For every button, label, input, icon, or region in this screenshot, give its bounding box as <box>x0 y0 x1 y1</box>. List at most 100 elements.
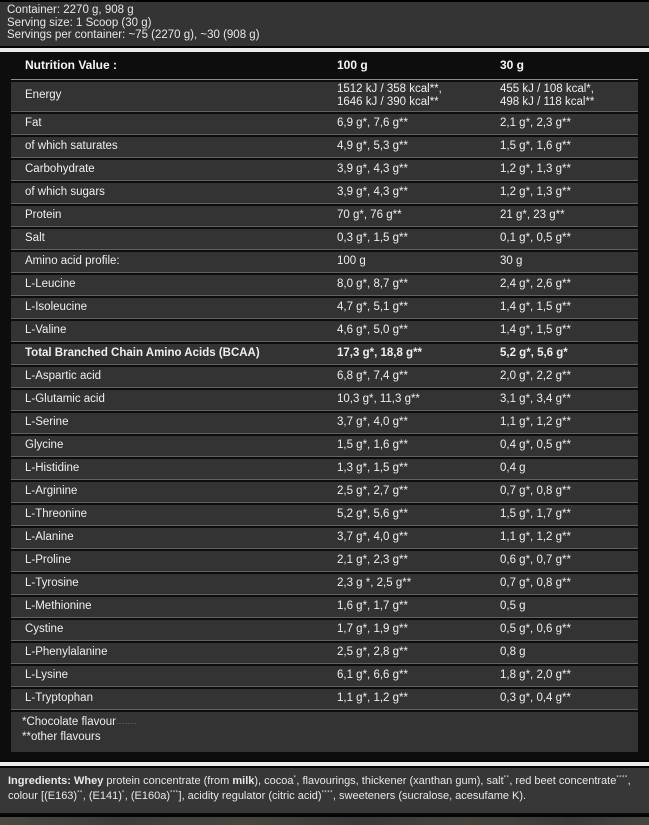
table-row: Fat6,9 g*, 7,6 g**2,1 g*, 2,3 g** <box>11 114 638 135</box>
table-body: Energy1512 kJ / 358 kcal**, 1646 kJ / 39… <box>11 80 638 710</box>
value-100g: 2,5 g*, 2,8 g** <box>337 646 500 660</box>
table-row: L-Lysine6,1 g*, 6,6 g**1,8 g*, 2,0 g** <box>11 666 638 687</box>
ingredient-segment: Ingredients: <box>8 775 74 787</box>
ingredient-segment: , (E160a) <box>125 790 170 802</box>
ingredients-text: Ingredients: Whey protein concentrate (f… <box>8 775 631 802</box>
table-row: L-Phenylalanine2,5 g*, 2,8 g**0,8 g <box>11 643 638 664</box>
value-100g: 1,5 g*, 1,6 g** <box>337 439 500 453</box>
value-100g: 6,8 g*, 7,4 g** <box>337 370 500 384</box>
table-row: L-Serine3,7 g*, 4,0 g**1,1 g*, 1,2 g** <box>11 413 638 434</box>
row-label: L-Aspartic acid <box>11 370 337 384</box>
table-row: of which saturates4,9 g*, 5,3 g**1,5 g*,… <box>11 137 638 158</box>
ingredient-footnote-mark: *** <box>170 790 179 796</box>
table-row: Glycine1,5 g*, 1,6 g**0,4 g*, 0,5 g** <box>11 436 638 457</box>
value-30g: 1,4 g*, 1,5 g** <box>500 324 638 338</box>
value-30g: 3,1 g*, 3,4 g** <box>500 393 638 407</box>
value-30g: 1,5 g*, 1,6 g** <box>500 140 638 154</box>
row-label: L-Isoleucine <box>11 301 337 315</box>
footnote-other-flavours: **other flavours <box>22 731 638 744</box>
value-100g: 17,3 g*, 18,8 g** <box>337 347 500 361</box>
value-30g: 21 g*, 23 g** <box>500 209 638 223</box>
value-30g: 30 g <box>500 255 638 269</box>
ingredient-segment: , flavourings, thickener (xanthan gum), … <box>296 775 503 787</box>
value-100g: 3,7 g*, 4,0 g** <box>337 416 500 430</box>
ingredient-segment: protein concentrate (from <box>103 775 232 787</box>
table-row: Amino acid profile:100 g30 g <box>11 252 638 273</box>
table-row: L-Aspartic acid6,8 g*, 7,4 g**2,0 g*, 2,… <box>11 367 638 388</box>
row-label: L-Threonine <box>11 508 337 522</box>
ingredient-footnote-mark: **** <box>322 790 333 796</box>
row-label: L-Glutamic acid <box>11 393 337 407</box>
photo-edge-strip <box>0 817 649 825</box>
row-label: L-Leucine <box>11 278 337 292</box>
table-row: L-Tryptophan1,1 g*, 1,2 g**0,3 g*, 0,4 g… <box>11 689 638 710</box>
nutrition-table: Nutrition Value : 100 g 30 g Energy1512 … <box>0 52 649 760</box>
table-row: Energy1512 kJ / 358 kcal**, 1646 kJ / 39… <box>11 82 638 112</box>
value-100g: 4,6 g*, 5,0 g** <box>337 324 500 338</box>
row-label: L-Valine <box>11 324 337 338</box>
value-100g: 8,0 g*, 8,7 g** <box>337 278 500 292</box>
row-label: Energy <box>11 89 337 103</box>
value-100g: 1512 kJ / 358 kcal**, 1646 kJ / 390 kcal… <box>337 83 500 110</box>
row-label: Fat <box>11 117 337 131</box>
ingredient-segment: Whey <box>74 775 103 787</box>
row-label: L-Alanine <box>11 531 337 545</box>
table-row: L-Proline2,1 g*, 2,3 g**0,6 g*, 0,7 g** <box>11 551 638 572</box>
ingredient-segment: , red beet concentrate <box>509 775 616 787</box>
row-label: L-Lysine <box>11 669 337 683</box>
table-row: L-Arginine2,5 g*, 2,7 g**0,7 g*, 0,8 g** <box>11 482 638 503</box>
value-30g: 0,4 g <box>500 462 638 476</box>
value-100g: 6,9 g*, 7,6 g** <box>337 117 500 131</box>
row-label: L-Phenylalanine <box>11 646 337 660</box>
table-row: of which sugars3,9 g*, 4,3 g**1,2 g*, 1,… <box>11 183 638 204</box>
row-label: L-Tyrosine <box>11 577 337 591</box>
value-100g: 70 g*, 76 g** <box>337 209 500 223</box>
table-row: Protein70 g*, 76 g**21 g*, 23 g** <box>11 206 638 227</box>
table-row: L-Alanine3,7 g*, 4,0 g**1,1 g*, 1,2 g** <box>11 528 638 549</box>
table-row: Salt0,3 g*, 1,5 g**0,1 g*, 0,5 g** <box>11 229 638 250</box>
footnote-tiny-marks: ······· <box>116 721 137 727</box>
package-info-line-serving-size: Serving size: 1 Scoop (30 g) <box>7 17 649 30</box>
row-label: L-Tryptophan <box>11 692 337 706</box>
divider-bottom <box>0 762 649 766</box>
table-row: L-Valine4,6 g*, 5,0 g**1,4 g*, 1,5 g** <box>11 321 638 342</box>
table-header-row: Nutrition Value : 100 g 30 g <box>11 52 638 80</box>
table-row: Cystine1,7 g*, 1,9 g**0,5 g*, 0,6 g** <box>11 620 638 641</box>
ingredient-segment: , sweeteners (sucralose, acesufame K). <box>333 790 526 802</box>
row-label: L-Proline <box>11 554 337 568</box>
value-100g: 5,2 g*, 5,6 g** <box>337 508 500 522</box>
value-30g: 1,4 g*, 1,5 g** <box>500 301 638 315</box>
value-30g: 2,4 g*, 2,6 g** <box>500 278 638 292</box>
value-30g: 0,7 g*, 0,8 g** <box>500 485 638 499</box>
value-100g: 2,5 g*, 2,7 g** <box>337 485 500 499</box>
row-label: of which sugars <box>11 186 337 200</box>
header-col-100g: 100 g <box>337 58 500 72</box>
table-row: L-Leucine8,0 g*, 8,7 g**2,4 g*, 2,6 g** <box>11 275 638 296</box>
value-30g: 0,5 g*, 0,6 g** <box>500 623 638 637</box>
package-info-line-container: Container: 2270 g, 908 g <box>7 4 649 17</box>
table-row: L-Isoleucine4,7 g*, 5,1 g**1,4 g*, 1,5 g… <box>11 298 638 319</box>
spacer <box>0 813 649 814</box>
value-30g: 1,2 g*, 1,3 g** <box>500 186 638 200</box>
row-label: Carbohydrate <box>11 163 337 177</box>
table-row: L-Histidine1,3 g*, 1,5 g**0,4 g <box>11 459 638 480</box>
value-100g: 6,1 g*, 6,6 g** <box>337 669 500 683</box>
ingredient-segment: ), cocoa <box>254 775 293 787</box>
ingredient-segment: ], acidity regulator (citric acid) <box>179 790 322 802</box>
row-label: L-Arginine <box>11 485 337 499</box>
value-100g: 100 g <box>337 255 500 269</box>
value-100g: 3,9 g*, 4,3 g** <box>337 163 500 177</box>
row-label: Salt <box>11 232 337 246</box>
value-100g: 3,9 g*, 4,3 g** <box>337 186 500 200</box>
nutrition-label: Container: 2270 g, 908 g Serving size: 1… <box>0 0 649 825</box>
ingredient-footnote-mark: **** <box>616 775 627 781</box>
value-30g: 1,5 g*, 1,7 g** <box>500 508 638 522</box>
value-100g: 1,1 g*, 1,2 g** <box>337 692 500 706</box>
row-label: L-Methionine <box>11 600 337 614</box>
value-100g: 4,9 g*, 5,3 g** <box>337 140 500 154</box>
value-30g: 0,5 g <box>500 600 638 614</box>
value-100g: 3,7 g*, 4,0 g** <box>337 531 500 545</box>
value-30g: 1,8 g*, 2,0 g** <box>500 669 638 683</box>
ingredients-section: Ingredients: Whey protein concentrate (f… <box>0 768 649 814</box>
row-label: Glycine <box>11 439 337 453</box>
